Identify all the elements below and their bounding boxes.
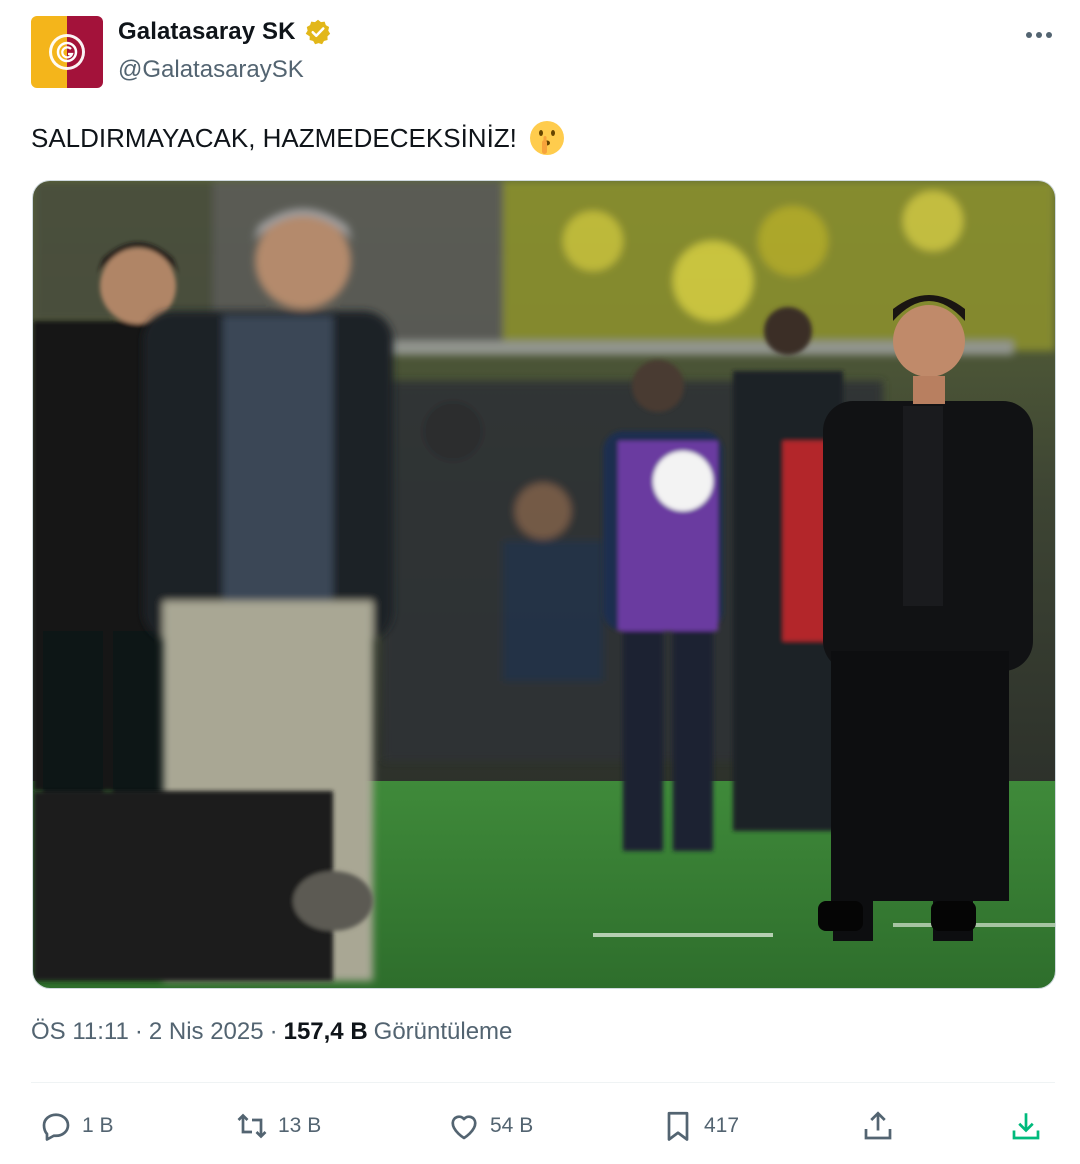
tweet: Galatasaray SK @GalatasaraySK SALDIRMAYA…	[0, 0, 1080, 1164]
tweet-photo[interactable]	[32, 180, 1056, 989]
tweet-text-content: SALDIRMAYACAK, HAZMEDECEKSİNİZ!	[31, 122, 517, 153]
share-icon	[864, 1111, 892, 1140]
download-button[interactable]	[1008, 1104, 1044, 1148]
display-name[interactable]: Galatasaray SK	[118, 18, 296, 46]
more-button[interactable]	[1024, 20, 1054, 50]
views-label: Görüntüleme	[373, 1018, 513, 1045]
retweet-button[interactable]: 13 B	[234, 1104, 321, 1148]
heart-icon	[451, 1115, 477, 1140]
views-count: 157,4 B	[283, 1018, 368, 1045]
verified-badge-icon[interactable]	[304, 18, 332, 46]
tweet-date[interactable]: 2 Nis 2025	[149, 1018, 264, 1046]
bookmark-button[interactable]: 417	[660, 1104, 739, 1148]
meta-separator: ·	[269, 1018, 278, 1045]
reply-button[interactable]: 1 B	[38, 1104, 114, 1148]
like-count: 54 B	[490, 1114, 534, 1137]
divider	[31, 1082, 1055, 1083]
bookmark-icon	[667, 1111, 689, 1141]
photo-stadium-scene	[33, 181, 1055, 988]
like-button[interactable]: 54 B	[446, 1104, 533, 1148]
bookmark-count: 417	[704, 1114, 740, 1137]
shushing-face-icon	[529, 121, 564, 155]
reply-count: 1 B	[82, 1114, 114, 1137]
retweet-icon	[237, 1113, 267, 1139]
name-row: Galatasaray SK	[118, 18, 332, 46]
share-button[interactable]	[860, 1104, 896, 1148]
tweet-text: SALDIRMAYACAK, HAZMEDECEKSİNİZ!	[31, 118, 567, 158]
download-icon	[1012, 1113, 1040, 1140]
avatar[interactable]	[31, 16, 103, 88]
reply-icon	[42, 1113, 70, 1141]
more-dots-icon	[1026, 32, 1052, 38]
galatasaray-crest-icon	[49, 34, 85, 70]
tweet-time[interactable]: ÖS 11:11	[31, 1018, 129, 1046]
meta-separator: ·	[134, 1018, 143, 1045]
tweet-meta: ÖS 11:11 · 2 Nis 2025 · 157,4 B Görüntül…	[31, 1018, 512, 1046]
retweet-count: 13 B	[278, 1114, 322, 1137]
account-handle[interactable]: @GalatasaraySK	[118, 56, 304, 84]
